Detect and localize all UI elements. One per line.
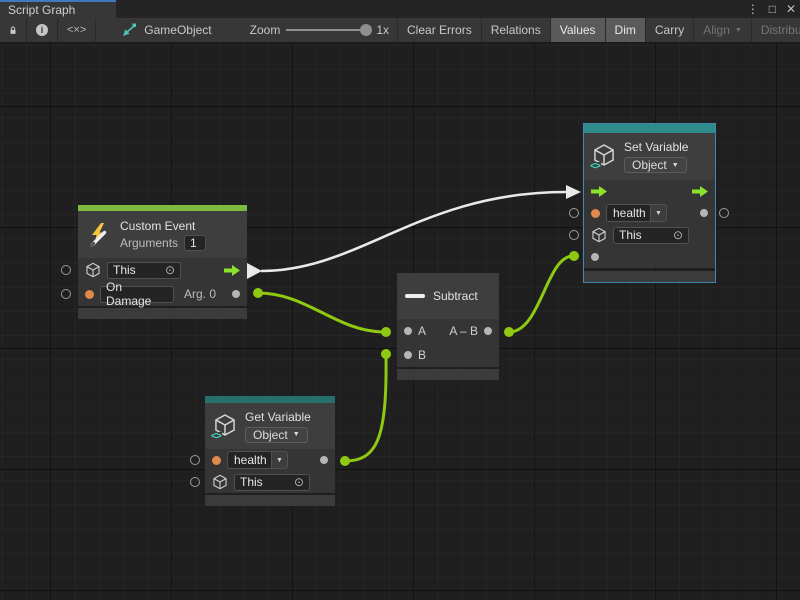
variable-name-dropdown[interactable]: health ▼ [227, 451, 288, 469]
input-a-port[interactable] [404, 327, 412, 335]
gameobject-cube-icon [212, 474, 228, 490]
object-picker-icon: ⊙ [165, 264, 175, 276]
variable-kind-dropdown[interactable]: Object ▼ [245, 427, 308, 443]
gameobject-label: GameObject [144, 23, 211, 37]
value-output-port[interactable] [700, 209, 708, 217]
chevron-down-icon[interactable]: ▼ [271, 451, 288, 469]
node-subtract[interactable]: Subtract A A – B B [397, 273, 499, 380]
arg0-output-port[interactable] [232, 290, 240, 298]
zoom-label: Zoom [250, 23, 281, 37]
external-port[interactable] [61, 265, 71, 275]
variable-badge-icon: <> [210, 432, 222, 442]
node-footer [397, 369, 499, 380]
external-port[interactable] [61, 289, 71, 299]
external-port[interactable] [569, 230, 579, 240]
lock-button[interactable] [0, 18, 27, 42]
arguments-count-field[interactable]: 1 [184, 235, 206, 251]
carry-button[interactable]: Carry [646, 18, 694, 42]
value-output-port[interactable] [320, 456, 328, 464]
zoom-slider[interactable] [286, 29, 370, 31]
input-a-label: A [418, 324, 426, 338]
external-port[interactable] [569, 208, 579, 218]
chevron-down-icon: ▼ [735, 27, 742, 34]
dim-toggle[interactable]: Dim [606, 18, 646, 42]
values-toggle[interactable]: Values [551, 18, 606, 42]
input-b-port[interactable] [404, 351, 412, 359]
info-icon: i [36, 24, 48, 36]
align-dropdown[interactable]: Align ▼ [694, 18, 752, 42]
external-port[interactable] [190, 477, 200, 487]
control-output-port[interactable] [692, 186, 708, 197]
graph-toolbar: i <×> GameObject Zoom 1x Clear Errors Re… [0, 18, 800, 43]
variable-cube-icon: <> [213, 413, 237, 440]
result-output-port[interactable] [484, 327, 492, 335]
graph-icon [122, 23, 137, 37]
tab-script-graph[interactable]: Script Graph [0, 0, 116, 18]
gameobject-cube-icon [591, 227, 607, 243]
unity-script-graph-window: Script Graph ⋮ □ ✕ i <×> GameObject Zo [0, 0, 800, 600]
variable-name-port[interactable] [591, 209, 600, 218]
window-menu-icon[interactable]: ⋮ [747, 0, 759, 18]
close-icon[interactable]: ✕ [786, 0, 796, 18]
node-get-variable[interactable]: <> Get Variable Object ▼ health ▼ [205, 396, 335, 506]
node-footer [78, 308, 247, 319]
subtract-icon [405, 294, 425, 298]
node-title: Subtract [433, 289, 478, 304]
target-field[interactable]: This ⊙ [613, 227, 689, 244]
node-title: Custom Event [120, 219, 206, 234]
clear-errors-button[interactable]: Clear Errors [398, 18, 482, 42]
control-output-port[interactable] [224, 265, 240, 276]
external-port[interactable] [190, 455, 200, 465]
variable-name-port[interactable] [212, 456, 221, 465]
chevron-down-icon: ▼ [672, 162, 679, 169]
code-icon: <×> [67, 24, 86, 36]
info-button[interactable]: i [27, 18, 58, 42]
window-titlebar: Script Graph ⋮ □ ✕ [0, 0, 800, 18]
zoom-slider-handle[interactable] [360, 24, 372, 36]
node-set-variable[interactable]: <> Set Variable Object ▼ [584, 124, 715, 282]
input-b-label: B [418, 348, 426, 362]
value-input-port[interactable] [591, 253, 599, 261]
event-port[interactable] [85, 290, 94, 299]
control-input-port[interactable] [591, 186, 607, 197]
target-field[interactable]: This ⊙ [107, 262, 181, 279]
node-color-bar [205, 396, 335, 403]
relations-button[interactable]: Relations [482, 18, 551, 42]
node-footer [205, 495, 335, 506]
variable-badge-icon: <> [589, 162, 601, 172]
object-picker-icon: ⊙ [673, 229, 683, 241]
custom-event-icon [86, 222, 112, 248]
lock-icon [9, 24, 17, 37]
zoom-control: Zoom 1x [242, 18, 397, 42]
code-preview-button[interactable]: <×> [58, 18, 96, 42]
result-label: A – B [449, 324, 478, 338]
variable-name-dropdown[interactable]: health ▼ [606, 204, 667, 222]
chevron-down-icon: ▼ [293, 431, 300, 438]
tab-label: Script Graph [8, 3, 75, 17]
gameobject-cube-icon [85, 262, 101, 278]
variable-kind-dropdown[interactable]: Object ▼ [624, 157, 687, 173]
node-footer [584, 271, 715, 282]
external-port[interactable] [719, 208, 729, 218]
node-custom-event[interactable]: Custom Event Arguments 1 This ⊙ [78, 205, 247, 319]
arguments-label: Arguments [120, 236, 178, 250]
chevron-down-icon[interactable]: ▼ [650, 204, 667, 222]
target-field[interactable]: This ⊙ [234, 474, 310, 491]
event-name-field[interactable]: On Damage [100, 286, 174, 303]
node-title: Get Variable [245, 410, 311, 425]
distribute-dropdown[interactable]: Distribute ▼ [752, 18, 800, 42]
object-picker-icon: ⊙ [294, 476, 304, 488]
graph-owner[interactable]: GameObject [114, 18, 219, 42]
maximize-icon[interactable]: □ [769, 0, 776, 18]
zoom-value: 1x [376, 23, 389, 37]
node-title: Set Variable [624, 140, 688, 155]
arg0-label: Arg. 0 [184, 287, 216, 301]
variable-cube-icon: <> [592, 143, 616, 170]
node-color-bar [584, 124, 715, 133]
